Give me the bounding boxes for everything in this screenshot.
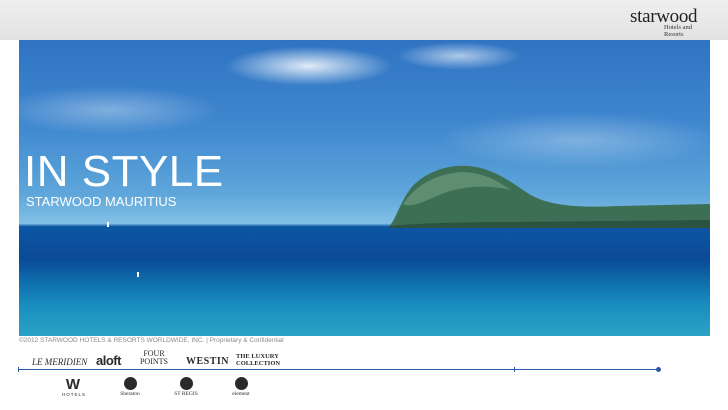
brand-logo-st-regis[interactable]: ST REGIS	[166, 377, 206, 397]
starwood-logo[interactable]: starwood Hotels and Resorts	[630, 6, 716, 38]
luxury-line1: THE LUXURY	[236, 353, 279, 360]
hero-subtitle: STARWOOD MAURITIUS	[26, 194, 177, 209]
hero-title: IN STYLE	[24, 147, 224, 196]
divider-tick	[514, 367, 515, 372]
st-regis-crest-icon	[179, 377, 193, 390]
sailboat-icon	[107, 222, 109, 227]
brand-logo-four-points[interactable]: FOUR POINTS	[138, 350, 170, 366]
brand-logo-le-meridien[interactable]: LE MERIDIEN	[32, 357, 87, 367]
element-label: element	[232, 391, 250, 397]
sailboat-icon	[137, 272, 139, 277]
divider-tick	[18, 367, 19, 372]
sheraton-label: Sheraton	[120, 391, 140, 397]
brand-logo-sheraton[interactable]: Sheraton	[115, 377, 145, 397]
sheraton-emblem-icon	[123, 377, 137, 390]
brand-logo-westin[interactable]: WESTIN	[186, 356, 229, 367]
brand-logo-w-hotels[interactable]: W HOTELS	[62, 376, 87, 397]
luxury-line2: COLLECTION	[236, 360, 281, 367]
brand-logo-element[interactable]: element	[226, 377, 256, 397]
four-points-line2: POINTS	[139, 357, 168, 366]
top-band: starwood Hotels and Resorts	[0, 0, 728, 40]
logo-tagline-line2: Resorts	[664, 30, 684, 38]
brand-logo-aloft[interactable]: aloft	[96, 353, 121, 368]
copyright-notice: ©2012 STARWOOD HOTELS & RESORTS WORLDWID…	[19, 337, 284, 344]
brand-logo-luxury-collection[interactable]: THE LUXURY COLLECTION	[236, 353, 281, 367]
st-regis-label: ST REGIS	[174, 391, 198, 397]
brand-bar: LE MERIDIEN aloft FOUR POINTS WESTIN THE…	[0, 345, 728, 410]
element-leaf-icon	[234, 377, 248, 390]
island-image	[389, 165, 710, 228]
w-sub: HOTELS	[62, 392, 87, 397]
divider-rule	[18, 369, 658, 370]
divider-dot	[656, 367, 661, 372]
w-mark: W	[65, 376, 81, 393]
logo-tagline: Hotels and Resorts	[664, 24, 692, 38]
